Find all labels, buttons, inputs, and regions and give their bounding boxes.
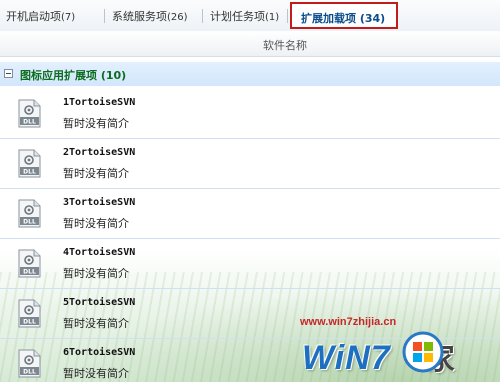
item-description: 暂时没有简介 [63, 317, 129, 330]
dll-file-icon: DLL [18, 249, 41, 278]
dll-icon-label: DLL [23, 269, 36, 276]
dll-icon-label: DLL [23, 219, 36, 226]
tab-bar: 开机启动项(7) 系统服务项(26) 计划任务项(1) 扩展加载项 (34) [0, 0, 500, 32]
tab-separator [104, 9, 105, 23]
tab-services-count: (26) [167, 12, 188, 23]
watermark-brand-text: WiN7 [302, 339, 391, 377]
dll-file-icon: DLL [18, 149, 41, 178]
dll-file-icon: DLL [18, 299, 41, 328]
group-title: 图标应用扩展项 (10) [20, 69, 127, 82]
collapse-toggle-icon[interactable] [4, 69, 13, 78]
item-description: 暂时没有简介 [63, 267, 129, 280]
list-item[interactable]: DLL 1TortoiseSVN 暂时没有简介 [0, 88, 500, 139]
list-item[interactable]: DLL 3TortoiseSVN 暂时没有简介 [0, 188, 500, 239]
item-name: 3TortoiseSVN [63, 197, 136, 208]
tab-services-label: 系统服务项 [112, 10, 167, 23]
item-name: 5TortoiseSVN [63, 297, 136, 308]
item-description: 暂时没有简介 [63, 167, 129, 180]
column-header-software-name: 软件名称 [263, 39, 307, 52]
tab-startup-count: (7) [61, 12, 76, 23]
item-name: 1TortoiseSVN [63, 97, 136, 108]
item-name: 2TortoiseSVN [63, 147, 136, 158]
tab-services[interactable]: 系统服务项(26) [112, 9, 188, 25]
dll-file-icon: DLL [18, 199, 41, 228]
tab-separator [287, 9, 288, 23]
windows-flag-icon [402, 331, 444, 373]
tab-startup[interactable]: 开机启动项(7) [6, 9, 75, 25]
item-name: 6TortoiseSVN [63, 347, 136, 358]
tab-extensions-label: 扩展加载项 (34) [301, 12, 386, 25]
app-window: 开机启动项(7) 系统服务项(26) 计划任务项(1) 扩展加载项 (34) 软… [0, 0, 500, 382]
watermark-url: www.win7zhijia.cn [300, 316, 397, 328]
list-item[interactable]: DLL 4TortoiseSVN 暂时没有简介 [0, 238, 500, 289]
dll-file-icon: DLL [18, 99, 41, 128]
tab-scheduled-tasks-count: (1) [265, 12, 280, 23]
dll-icon-label: DLL [23, 369, 36, 376]
group-header[interactable]: 图标应用扩展项 (10) [0, 62, 500, 86]
column-header[interactable]: 软件名称 [0, 31, 500, 57]
item-description: 暂时没有简介 [63, 217, 129, 230]
tab-startup-label: 开机启动项 [6, 10, 61, 23]
dll-icon-label: DLL [23, 319, 36, 326]
tab-extensions[interactable]: 扩展加载项 (34) [290, 2, 398, 29]
item-name: 4TortoiseSVN [63, 247, 136, 258]
item-description: 暂时没有简介 [63, 367, 129, 380]
watermark-logo: www.win7zhijia.cn WiN7家 [298, 316, 498, 382]
tab-scheduled-tasks-label: 计划任务项 [210, 10, 265, 23]
list-item[interactable]: DLL 2TortoiseSVN 暂时没有简介 [0, 138, 500, 189]
dll-file-icon: DLL [18, 349, 41, 378]
tab-separator [202, 9, 203, 23]
dll-icon-label: DLL [23, 169, 36, 176]
dll-icon-label: DLL [23, 119, 36, 126]
tab-scheduled-tasks[interactable]: 计划任务项(1) [210, 9, 279, 25]
item-description: 暂时没有简介 [63, 117, 129, 130]
